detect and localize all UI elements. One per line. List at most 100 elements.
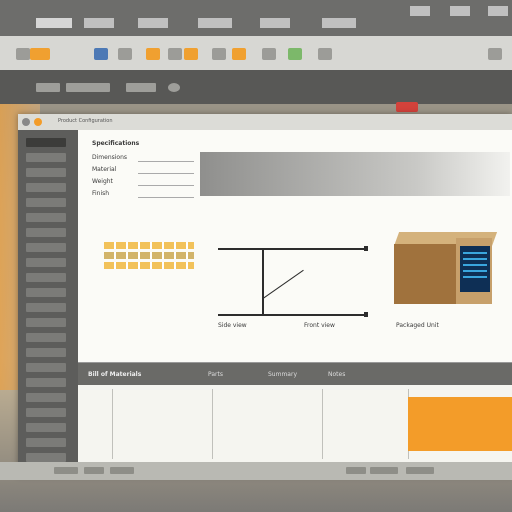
folder-icon[interactable] — [30, 48, 50, 60]
window-menu-icon[interactable] — [22, 118, 30, 126]
form-title: Specifications — [92, 140, 140, 147]
menu-help[interactable] — [322, 18, 356, 28]
window-header: Product Configuration — [18, 114, 512, 131]
sidebar-item[interactable] — [26, 318, 66, 327]
sidebar-item[interactable] — [26, 198, 66, 207]
help-icon[interactable] — [488, 48, 502, 60]
print-icon[interactable] — [118, 48, 132, 60]
close-icon[interactable] — [488, 6, 508, 16]
save-icon[interactable] — [94, 48, 108, 60]
tab-parts[interactable]: Parts — [208, 371, 223, 378]
color-swatch-row — [104, 262, 194, 269]
app-titlebar — [0, 0, 512, 36]
sidebar-item[interactable] — [26, 168, 66, 177]
sidebar-item[interactable] — [26, 243, 66, 252]
cut-icon[interactable] — [146, 48, 160, 60]
status-item[interactable] — [370, 467, 398, 474]
warning-icon[interactable] — [262, 48, 276, 60]
sidebar-item[interactable] — [26, 438, 66, 447]
diagram-label-left: Side view — [218, 322, 247, 329]
sidebar-item[interactable] — [26, 348, 66, 357]
sidebar-item[interactable] — [26, 138, 66, 147]
ribbon-item[interactable] — [126, 83, 156, 92]
file-icon[interactable] — [16, 48, 30, 60]
sidebar-item[interactable] — [26, 288, 66, 297]
sidebar-item[interactable] — [26, 408, 66, 417]
copy-icon[interactable] — [168, 48, 182, 60]
menu-edit[interactable] — [84, 18, 114, 28]
sidebar-item[interactable] — [26, 213, 66, 222]
main-toolbar — [0, 36, 512, 71]
bottom-panel-title: Bill of Materials — [88, 371, 142, 378]
status-bar — [0, 462, 512, 480]
sidebar — [18, 130, 78, 476]
sidebar-item[interactable] — [26, 228, 66, 237]
table-column-divider — [212, 389, 213, 459]
form-field-input[interactable] — [138, 161, 194, 162]
sidebar-item[interactable] — [26, 393, 66, 402]
record-icon[interactable] — [168, 83, 180, 92]
table-column-divider — [112, 389, 113, 459]
bottom-panel: Bill of Materials Parts Summary Notes — [78, 362, 512, 477]
table-column-divider — [322, 389, 323, 459]
bottom-panel-header: Bill of Materials Parts Summary Notes — [78, 363, 512, 385]
ribbon-item[interactable] — [36, 83, 60, 92]
sidebar-item[interactable] — [26, 453, 66, 462]
sidebar-item[interactable] — [26, 378, 66, 387]
preview-banner — [200, 152, 510, 196]
form-field-label: Weight — [92, 178, 113, 185]
sidebar-item[interactable] — [26, 183, 66, 192]
status-item[interactable] — [110, 467, 134, 474]
form-field-input[interactable] — [138, 197, 194, 198]
window-status-icon — [34, 118, 42, 126]
sidebar-item[interactable] — [26, 273, 66, 282]
form-field-label: Dimensions — [92, 154, 128, 161]
undo-icon[interactable] — [212, 48, 226, 60]
form-field-label: Material — [92, 166, 117, 173]
menu-file[interactable] — [36, 18, 72, 28]
form-field-input[interactable] — [138, 173, 194, 174]
diagram-line-top — [218, 248, 368, 250]
menu-view[interactable] — [138, 18, 168, 28]
form-field-label: Finish — [92, 190, 110, 197]
status-item[interactable] — [54, 467, 78, 474]
settings-icon[interactable] — [318, 48, 332, 60]
diagram-line-diagonal — [262, 269, 304, 300]
menu-window[interactable] — [260, 18, 290, 28]
diagram-label-right: Front view — [304, 322, 335, 329]
box-front — [394, 244, 456, 304]
diagram-endpoint — [364, 246, 368, 251]
sidebar-item[interactable] — [26, 363, 66, 372]
color-swatch-row — [104, 242, 194, 249]
redo-icon[interactable] — [232, 48, 246, 60]
chart-icon[interactable] — [288, 48, 302, 60]
window-title: Product Configuration — [58, 118, 113, 124]
diagram-line-bottom — [218, 314, 368, 316]
status-item[interactable] — [84, 467, 104, 474]
sidebar-item[interactable] — [26, 423, 66, 432]
status-item[interactable] — [346, 467, 366, 474]
secondary-ribbon — [0, 70, 512, 104]
sidebar-item[interactable] — [26, 333, 66, 342]
sidebar-item[interactable] — [26, 153, 66, 162]
content-area: Specifications Dimensions Material Weight F… — [78, 130, 512, 362]
paste-icon[interactable] — [184, 48, 198, 60]
highlighted-cell[interactable] — [408, 397, 512, 451]
alert-badge[interactable] — [396, 102, 418, 112]
tab-summary[interactable]: Summary — [268, 371, 297, 378]
product-caption: Packaged Unit — [396, 322, 439, 329]
ribbon-item[interactable] — [66, 83, 110, 92]
product-image — [394, 232, 498, 308]
tab-notes[interactable]: Notes — [328, 371, 345, 378]
status-item[interactable] — [406, 467, 434, 474]
color-swatch-row — [104, 252, 194, 259]
diagram-line-vertical — [262, 248, 264, 316]
sidebar-item[interactable] — [26, 303, 66, 312]
minimize-icon[interactable] — [410, 6, 430, 16]
sidebar-item[interactable] — [26, 258, 66, 267]
diagram-endpoint — [364, 312, 368, 317]
form-field-input[interactable] — [138, 185, 194, 186]
menu-tools[interactable] — [198, 18, 232, 28]
maximize-icon[interactable] — [450, 6, 470, 16]
dimension-diagram: Side view Front view — [218, 230, 378, 340]
